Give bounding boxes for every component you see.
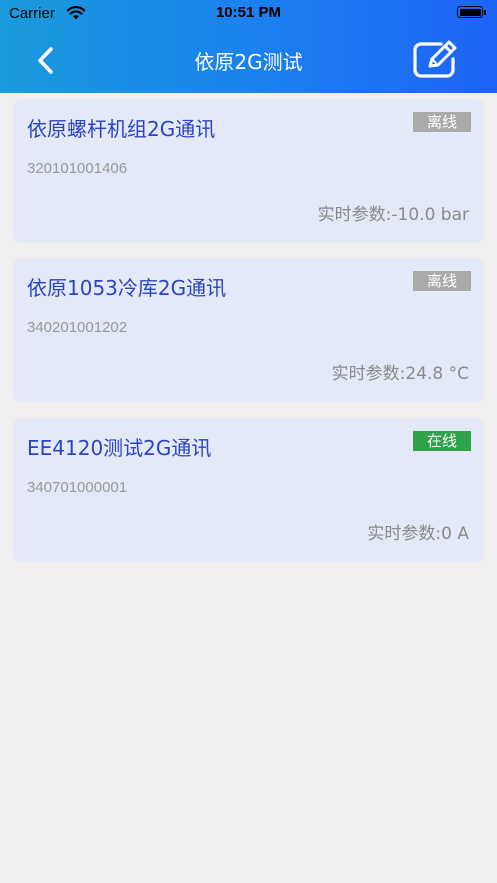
device-name: EE4120测试2G通讯: [27, 436, 212, 460]
device-name: 依原螺杆机组2G通讯: [27, 117, 216, 141]
realtime-param: 实时参数:-10.0 bar: [317, 205, 469, 225]
edit-icon: [413, 40, 457, 78]
back-button[interactable]: [26, 40, 66, 80]
edit-button[interactable]: [412, 40, 460, 80]
realtime-param: 实时参数:0 A: [367, 524, 469, 544]
battery-icon: [457, 6, 483, 18]
chevron-left-icon: [38, 47, 53, 74]
status-badge: 离线: [413, 112, 471, 132]
status-bar: Carrier 10:51 PM: [0, 0, 497, 28]
realtime-param: 实时参数:24.8 °C: [331, 364, 469, 384]
device-id: 320101001406: [27, 160, 128, 177]
device-id: 340701000001: [27, 479, 128, 496]
status-badge: 离线: [413, 271, 471, 291]
battery-level: [459, 8, 481, 16]
battery-tip: [484, 10, 486, 15]
device-name: 依原1053冷库2G通讯: [27, 276, 227, 300]
nav-header: Carrier 10:51 PM 依原2G测试: [0, 0, 497, 93]
device-card[interactable]: 依原螺杆机组2G通讯 离线 320101001406 实时参数:-10.0 ba…: [13, 99, 484, 243]
device-id: 340201001202: [27, 319, 128, 336]
device-card[interactable]: EE4120测试2G通讯 在线 340701000001 实时参数:0 A: [13, 418, 484, 562]
status-badge: 在线: [413, 431, 471, 451]
page-title: 依原2G测试: [194, 50, 303, 74]
device-card[interactable]: 依原1053冷库2G通讯 离线 340201001202 实时参数:24.8 °…: [13, 258, 484, 402]
status-time: 10:51 PM: [215, 4, 282, 21]
